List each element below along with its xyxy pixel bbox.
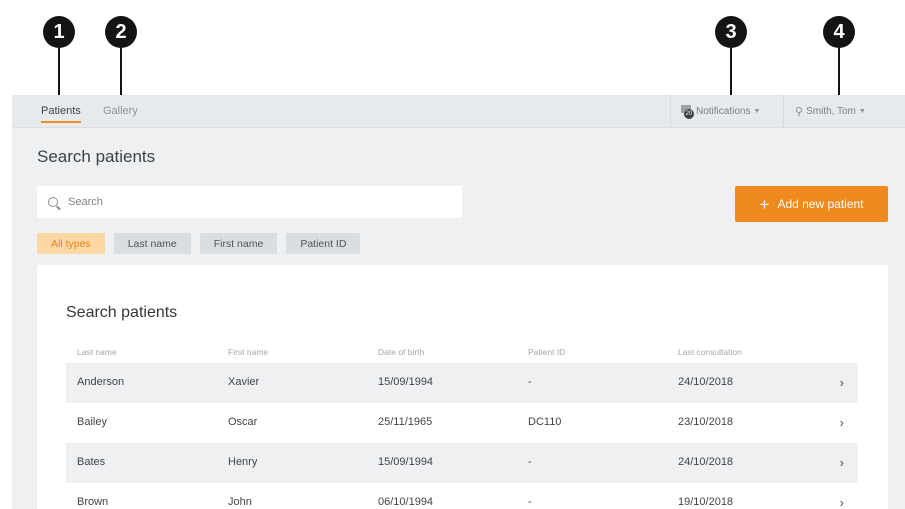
caret-down-icon: ▼ bbox=[753, 107, 761, 115]
tab-patients[interactable]: Patients bbox=[41, 105, 81, 123]
divider bbox=[670, 95, 671, 127]
search-icon bbox=[48, 197, 58, 207]
filter-last-name[interactable]: Last name bbox=[113, 233, 191, 254]
results-title: Search patients bbox=[66, 304, 178, 321]
notifications-icon: 20 bbox=[681, 105, 694, 119]
notifications-label: Notifications bbox=[696, 105, 751, 117]
caret-down-icon: ▼ bbox=[858, 108, 866, 115]
user-icon: ⚲ bbox=[795, 106, 804, 118]
cell-date-of-birth: 06/10/1994 bbox=[378, 496, 434, 508]
column-header-last-consultation: Last consultation bbox=[678, 347, 742, 357]
filter-first-name[interactable]: First name bbox=[199, 233, 278, 254]
cell-patient-id: DC110 bbox=[528, 416, 562, 428]
table-row[interactable]: Anderson Xavier 15/09/1994 - 24/10/2018 … bbox=[66, 363, 858, 403]
cell-last-name: Anderson bbox=[77, 376, 125, 388]
cell-last-name: Bailey bbox=[77, 416, 107, 428]
chevron-right-icon[interactable]: › bbox=[840, 375, 844, 390]
cell-last-consultation: 23/10/2018 bbox=[678, 416, 734, 428]
tab-gallery[interactable]: Gallery bbox=[103, 105, 138, 117]
cell-patient-id: - bbox=[528, 496, 532, 508]
callout-4-line bbox=[838, 48, 840, 99]
cell-date-of-birth: 15/09/1994 bbox=[378, 456, 434, 468]
chevron-right-icon[interactable]: › bbox=[840, 415, 844, 430]
cell-first-name: John bbox=[228, 496, 252, 508]
column-header-last-name: Last name bbox=[77, 347, 117, 357]
chevron-right-icon[interactable]: › bbox=[840, 455, 844, 470]
results-card: Search patients Last name First name Dat… bbox=[37, 265, 888, 509]
cell-date-of-birth: 25/11/1965 bbox=[378, 416, 433, 428]
column-header-date-of-birth: Date of birth bbox=[378, 347, 425, 357]
user-menu[interactable]: ⚲ Smith, Tom ▼ bbox=[795, 105, 866, 118]
divider bbox=[783, 95, 784, 127]
table-row[interactable]: Bailey Oscar 25/11/1965 DC110 23/10/2018… bbox=[66, 403, 858, 443]
table-row[interactable]: Bates Henry 15/09/1994 - 24/10/2018 › bbox=[66, 443, 858, 483]
patients-table: Anderson Xavier 15/09/1994 - 24/10/2018 … bbox=[66, 363, 858, 509]
callout-2-line bbox=[120, 48, 122, 99]
cell-patient-id: - bbox=[528, 456, 532, 468]
callout-3: 3 bbox=[715, 16, 747, 48]
callout-2: 2 bbox=[105, 16, 137, 48]
app-window: Patients Gallery 20 Notifications ▼ ⚲ Sm… bbox=[12, 95, 905, 509]
cell-patient-id: - bbox=[528, 376, 532, 388]
cell-last-consultation: 24/10/2018 bbox=[678, 456, 734, 468]
chevron-right-icon[interactable]: › bbox=[840, 495, 844, 509]
callout-3-line bbox=[730, 48, 732, 99]
search-type-filters: All types Last name First name Patient I… bbox=[37, 233, 361, 254]
plus-icon: + bbox=[759, 194, 770, 214]
cell-last-name: Bates bbox=[77, 456, 106, 468]
column-header-patient-id: Patient ID bbox=[528, 347, 566, 357]
notification-count-badge: 20 bbox=[684, 109, 694, 119]
callout-1: 1 bbox=[43, 16, 75, 48]
notifications-menu[interactable]: 20 Notifications ▼ bbox=[681, 105, 761, 119]
cell-first-name: Oscar bbox=[228, 416, 258, 428]
add-new-patient-button[interactable]: + Add new patient bbox=[735, 186, 888, 222]
filter-all-types[interactable]: All types bbox=[37, 233, 105, 254]
filter-patient-id[interactable]: Patient ID bbox=[286, 233, 361, 254]
cell-date-of-birth: 15/09/1994 bbox=[378, 376, 434, 388]
add-new-patient-label: Add new patient bbox=[777, 197, 864, 211]
column-header-first-name: First name bbox=[228, 347, 269, 357]
cell-first-name: Xavier bbox=[228, 376, 260, 388]
callout-1-line bbox=[58, 48, 60, 99]
cell-last-name: Brown bbox=[77, 496, 109, 508]
search-input[interactable] bbox=[66, 195, 450, 209]
cell-last-consultation: 19/10/2018 bbox=[678, 496, 734, 508]
page-title: Search patients bbox=[37, 147, 156, 166]
cell-last-consultation: 24/10/2018 bbox=[678, 376, 734, 388]
top-navigation-bar: Patients Gallery 20 Notifications ▼ ⚲ Sm… bbox=[12, 95, 905, 128]
search-box[interactable] bbox=[37, 186, 462, 218]
user-name: Smith, Tom bbox=[806, 106, 856, 117]
cell-first-name: Henry bbox=[228, 456, 258, 468]
table-row[interactable]: Brown John 06/10/1994 - 19/10/2018 › bbox=[66, 483, 858, 509]
callout-4: 4 bbox=[823, 16, 855, 48]
